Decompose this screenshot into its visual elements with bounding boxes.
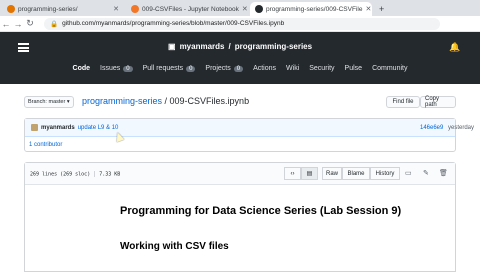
rendered-view-button[interactable]: ▤ [301,167,318,180]
tab-wiki[interactable]: Wiki [286,65,299,72]
blame-button[interactable]: Blame [342,167,370,180]
address-bar-row: ← → ↻ 🔒 github.com/myanmards/programming… [0,16,480,32]
commit-time: yesterday [448,124,475,131]
breadcrumb: Branch: master ▾ programming-series / 00… [24,95,456,109]
url-input[interactable]: 🔒 github.com/myanmards/programming-serie… [44,17,440,30]
browser-tab-2[interactable]: 009-CSVFiles - Jupyter Notebook ✕ [126,2,248,16]
tab-code[interactable]: Code [73,65,91,72]
browser-tab-3[interactable]: programming-series/009-CSVFile ✕ [250,2,372,16]
tab-pulse[interactable]: Pulse [345,65,363,72]
tab-label: programming-series/ [18,5,78,13]
forward-arrow-icon[interactable]: → [12,19,24,29]
history-button[interactable]: History [370,167,400,180]
file-info: 269 lines (269 sloc) 7.33 KB [30,171,120,178]
commit-message[interactable]: update L9 & 10 [78,125,119,131]
tab-security[interactable]: Security [309,65,334,72]
title-separator: / [228,42,231,51]
github-favicon-icon [7,5,15,13]
line-count: 269 lines (269 sloc) [30,171,91,178]
commit-author[interactable]: myanmards [41,125,75,131]
repo-icon: ▣ [168,42,176,51]
file-header: 269 lines (269 sloc) 7.33 KB ‹› ▤ Raw Bla… [25,163,455,185]
file-size: 7.33 KB [99,171,121,178]
avatar[interactable] [31,124,38,131]
desktop-icon[interactable]: ▭ [405,169,412,177]
branch-select[interactable]: Branch: master ▾ [24,96,74,108]
repo-breadcrumb-link[interactable]: programming-series [82,96,162,106]
file-name: / 009-CSVFiles.ipynb [162,96,250,106]
new-tab-button[interactable]: + [374,2,388,16]
reload-icon[interactable]: ↻ [24,18,36,29]
tab-actions[interactable]: Actions [253,65,276,72]
browser-tab-1[interactable]: programming-series/ ✕ [2,2,124,16]
code-icon: ‹› [290,170,295,177]
commit-sha[interactable]: 146e6e9 [420,125,443,131]
repo-nav: Code Issues 0 Pull requests 0 Projects 0 Ac… [0,65,480,72]
plus-icon: + [379,4,385,14]
trash-icon[interactable]: 🗑 [439,169,448,177]
close-icon[interactable]: ✕ [365,5,371,13]
browser-tab-strip: programming-series/ ✕ 009-CSVFiles - Jup… [0,0,480,16]
raw-button[interactable]: Raw [322,167,342,180]
tab-issues[interactable]: Issues 0 [100,65,133,72]
pull-requests-count: 0 [186,65,196,72]
latest-commit: myanmards update L9 & 10 146e6e9 yesterd… [25,119,474,137]
url-text: github.com/myanmards/programming-series/… [62,20,285,27]
github-favicon-icon [255,5,263,13]
tab-community[interactable]: Community [372,65,407,72]
file-icon: ▤ [306,171,313,177]
projects-count: 0 [233,65,244,72]
pencil-icon[interactable]: ✎ [423,169,429,177]
tab-label: 009-CSVFiles - Jupyter Notebook [142,5,239,13]
lock-icon: 🔒 [50,20,59,28]
tab-pull-requests[interactable]: Pull requests 0 [143,65,196,72]
issues-count: 0 [123,65,133,72]
find-file-button[interactable]: Find file [386,96,420,108]
notebook-heading: Working with CSV files [120,241,229,252]
close-icon[interactable]: ✕ [242,5,248,13]
tab-projects[interactable]: Projects 0 [205,65,244,72]
github-header: ▣ myanmards / programming-series 🔔 Code … [0,32,480,84]
repo-title: ▣ myanmards / programming-series [168,42,312,51]
jupyter-favicon-icon [131,5,139,13]
close-icon[interactable]: ✕ [113,5,119,13]
contributors-link[interactable]: 1 contributor [29,142,62,148]
tab-label: programming-series/009-CSVFile [266,5,363,13]
copy-path-button[interactable]: Copy path [420,96,456,108]
file-viewer: 269 lines (269 sloc) 7.33 KB ‹› ▤ Raw Bla… [24,162,456,272]
repo-link[interactable]: programming-series [235,42,312,51]
bell-icon[interactable]: 🔔 [449,42,460,53]
back-arrow-icon[interactable]: ← [0,19,12,29]
notebook-title: Programming for Data Science Series (Lab… [120,205,402,217]
file-path: programming-series / 009-CSVFiles.ipynb [82,96,249,106]
commit-box: myanmards update L9 & 10 146e6e9 yesterd… [24,118,474,152]
source-view-button[interactable]: ‹› [284,167,301,180]
owner-link[interactable]: myanmards [180,42,225,51]
menu-icon[interactable] [18,43,29,52]
